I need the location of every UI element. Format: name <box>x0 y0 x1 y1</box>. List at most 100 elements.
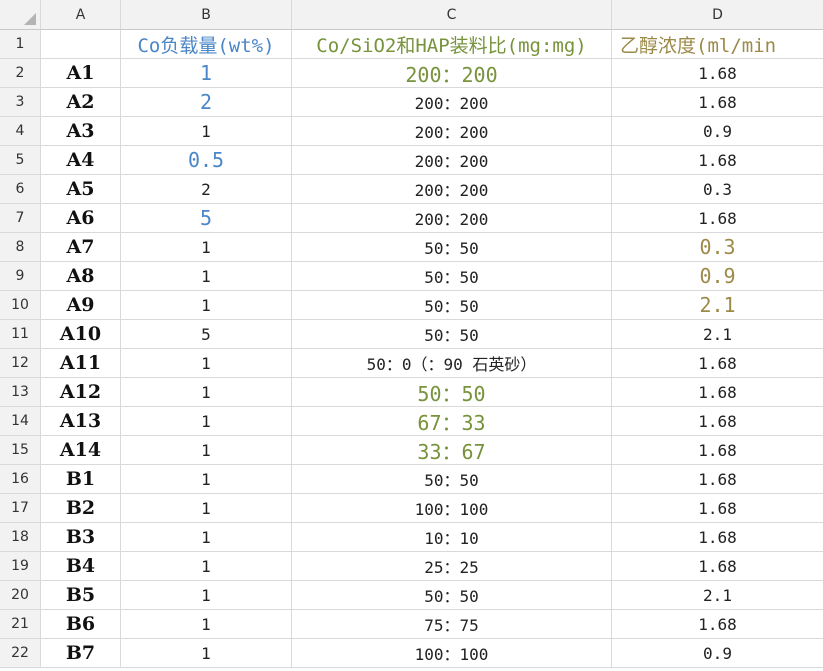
row-header[interactable]: 6 <box>0 175 41 204</box>
cell-sample-id[interactable]: B5 <box>41 581 121 610</box>
row-header[interactable]: 9 <box>0 262 41 291</box>
cell-ratio[interactable]: 50：50 <box>292 465 612 494</box>
cell-co-loading[interactable]: 2 <box>121 175 292 204</box>
cell-ratio[interactable]: 10：10 <box>292 523 612 552</box>
cell-ethanol[interactable]: 1.68 <box>612 146 823 175</box>
cell-co-loading[interactable]: 0.5 <box>121 146 292 175</box>
cell-sample-id[interactable]: A7 <box>41 233 121 262</box>
row-header[interactable]: 2 <box>0 59 41 88</box>
cell-sample-id[interactable]: B6 <box>41 610 121 639</box>
cell-sample-id[interactable]: A9 <box>41 291 121 320</box>
cell-co-loading[interactable]: 1 <box>121 117 292 146</box>
cell-sample-id[interactable]: A14 <box>41 436 121 465</box>
cell-co-loading[interactable]: 5 <box>121 204 292 233</box>
cell-sample-id[interactable]: B1 <box>41 465 121 494</box>
row-header[interactable]: 19 <box>0 552 41 581</box>
cell-ratio[interactable]: 50：50 <box>292 233 612 262</box>
row-header[interactable]: 12 <box>0 349 41 378</box>
cell-ethanol[interactable]: 1.68 <box>612 378 823 407</box>
cell-ethanol[interactable]: 1.68 <box>612 465 823 494</box>
cell-sample-id[interactable]: B4 <box>41 552 121 581</box>
cell-ethanol[interactable]: 1.68 <box>612 88 823 117</box>
row-header[interactable]: 3 <box>0 88 41 117</box>
cell-ratio[interactable]: 33：67 <box>292 436 612 465</box>
row-header[interactable]: 10 <box>0 291 41 320</box>
cell-ethanol[interactable]: 1.68 <box>612 552 823 581</box>
row-header[interactable]: 16 <box>0 465 41 494</box>
cell-sample-id[interactable]: B3 <box>41 523 121 552</box>
row-header[interactable]: 13 <box>0 378 41 407</box>
header-cell-ethanol[interactable]: 乙醇浓度(ml/min <box>612 30 823 59</box>
column-header-a[interactable]: A <box>41 0 121 30</box>
row-header[interactable]: 14 <box>0 407 41 436</box>
cell-sample-id[interactable]: A11 <box>41 349 121 378</box>
cell-ratio[interactable]: 50：50 <box>292 262 612 291</box>
select-all-corner[interactable] <box>0 0 41 30</box>
cell-sample-id[interactable]: A3 <box>41 117 121 146</box>
header-cell-co-loading[interactable]: Co负载量(wt%) <box>121 30 292 59</box>
cell-ratio[interactable]: 200：200 <box>292 59 612 88</box>
cell-ethanol[interactable]: 2.1 <box>612 291 823 320</box>
cell-sample-id[interactable]: A8 <box>41 262 121 291</box>
cell-ratio[interactable]: 50：50 <box>292 378 612 407</box>
cell-ratio[interactable]: 50：50 <box>292 320 612 349</box>
cell-sample-id[interactable]: A1 <box>41 59 121 88</box>
cell-co-loading[interactable]: 2 <box>121 88 292 117</box>
cell-ethanol[interactable]: 1.68 <box>612 610 823 639</box>
cell-co-loading[interactable]: 1 <box>121 291 292 320</box>
cell-co-loading[interactable]: 1 <box>121 639 292 668</box>
cell-ratio[interactable]: 75：75 <box>292 610 612 639</box>
cell-ethanol[interactable]: 2.1 <box>612 581 823 610</box>
cell-sample-id[interactable]: A2 <box>41 88 121 117</box>
row-header[interactable]: 11 <box>0 320 41 349</box>
cell-ratio[interactable]: 200：200 <box>292 175 612 204</box>
cell-co-loading[interactable]: 1 <box>121 233 292 262</box>
cell-ethanol[interactable]: 0.9 <box>612 262 823 291</box>
row-header[interactable]: 21 <box>0 610 41 639</box>
cell-co-loading[interactable]: 1 <box>121 552 292 581</box>
cell-sample-id[interactable]: A6 <box>41 204 121 233</box>
cell-ethanol[interactable]: 2.1 <box>612 320 823 349</box>
row-header[interactable]: 17 <box>0 494 41 523</box>
cell-sample-id[interactable]: B7 <box>41 639 121 668</box>
cell-co-loading[interactable]: 1 <box>121 59 292 88</box>
cell-co-loading[interactable]: 1 <box>121 494 292 523</box>
cell-ethanol[interactable]: 0.9 <box>612 117 823 146</box>
column-header-b[interactable]: B <box>121 0 292 30</box>
row-header[interactable]: 4 <box>0 117 41 146</box>
cell-ratio[interactable]: 200：200 <box>292 204 612 233</box>
cell-sample-id[interactable]: A12 <box>41 378 121 407</box>
cell-ethanol[interactable]: 0.3 <box>612 233 823 262</box>
cell-ratio[interactable]: 200：200 <box>292 146 612 175</box>
row-header[interactable]: 22 <box>0 639 41 668</box>
cell-co-loading[interactable]: 1 <box>121 581 292 610</box>
cell-co-loading[interactable]: 1 <box>121 610 292 639</box>
cell-ethanol[interactable]: 1.68 <box>612 436 823 465</box>
cell-ethanol[interactable]: 1.68 <box>612 494 823 523</box>
cell-co-loading[interactable]: 1 <box>121 378 292 407</box>
cell-ethanol[interactable]: 1.68 <box>612 349 823 378</box>
cell-ratio[interactable]: 100：100 <box>292 639 612 668</box>
cell-co-loading[interactable]: 1 <box>121 523 292 552</box>
cell-ratio[interactable]: 50：50 <box>292 291 612 320</box>
column-header-c[interactable]: C <box>292 0 612 30</box>
cell-ratio[interactable]: 67：33 <box>292 407 612 436</box>
cell-sample-id[interactable]: A5 <box>41 175 121 204</box>
cell-ethanol[interactable]: 1.68 <box>612 204 823 233</box>
cell-sample-id[interactable]: A13 <box>41 407 121 436</box>
cell-co-loading[interactable]: 1 <box>121 262 292 291</box>
cell-co-loading[interactable]: 1 <box>121 436 292 465</box>
cell-co-loading[interactable]: 5 <box>121 320 292 349</box>
cell-sample-id[interactable]: A4 <box>41 146 121 175</box>
cell-ethanol[interactable]: 1.68 <box>612 407 823 436</box>
cell-ethanol[interactable]: 0.9 <box>612 639 823 668</box>
row-header[interactable]: 15 <box>0 436 41 465</box>
cell-ethanol[interactable]: 0.3 <box>612 175 823 204</box>
cell-sample-id[interactable]: B2 <box>41 494 121 523</box>
row-header[interactable]: 20 <box>0 581 41 610</box>
cell-co-loading[interactable]: 1 <box>121 407 292 436</box>
cell-co-loading[interactable]: 1 <box>121 349 292 378</box>
cell-co-loading[interactable]: 1 <box>121 465 292 494</box>
cell-ethanol[interactable]: 1.68 <box>612 523 823 552</box>
header-cell-ratio[interactable]: Co/SiO2和HAP装料比(mg:mg) <box>292 30 612 59</box>
